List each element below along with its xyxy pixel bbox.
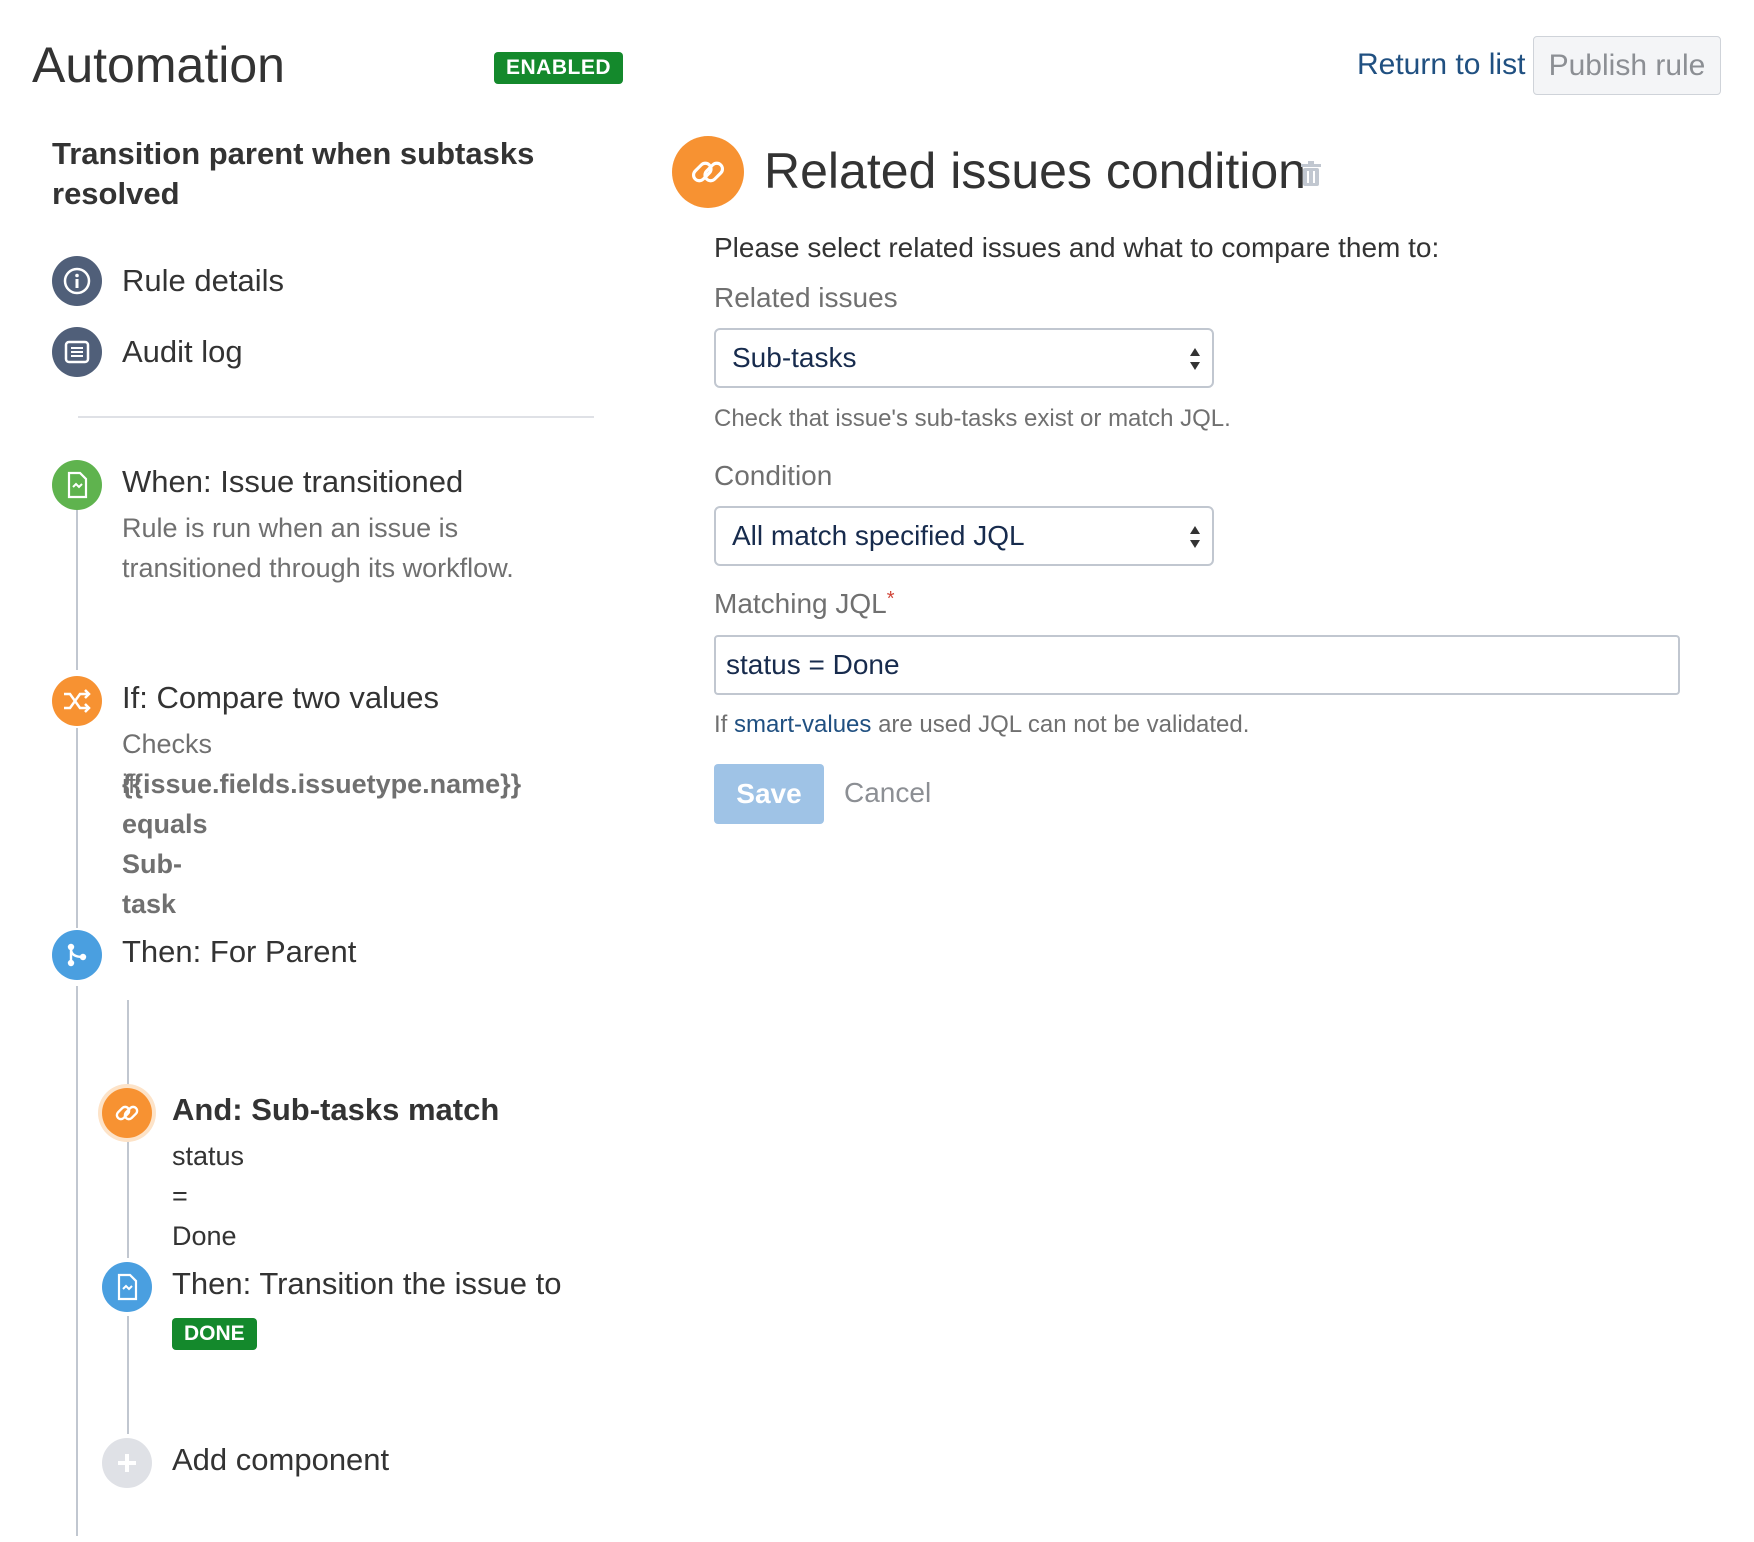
related-issues-select[interactable]: Sub-tasks — [714, 328, 1214, 388]
issue-transition-icon — [52, 460, 102, 510]
branch-connector — [127, 1140, 129, 1258]
matching-jql-label-text: Matching JQL — [714, 588, 887, 619]
panel-instructions: Please select related issues and what to… — [714, 232, 1440, 263]
condition-select[interactable]: All match specified JQL — [714, 506, 1214, 566]
save-button[interactable]: Save — [714, 764, 824, 824]
step-title: When: Issue transitioned — [122, 464, 464, 499]
branch-connector — [127, 1316, 129, 1434]
related-issues-help: Check that issue's sub-tasks exist or ma… — [714, 405, 1231, 432]
sidebar-divider — [78, 416, 594, 418]
status-badge: DONE — [172, 1318, 257, 1350]
step-title: Then: Transition the issue to — [172, 1266, 562, 1301]
flow-connector — [76, 510, 78, 670]
panel-title: Related issues condition — [764, 143, 1306, 199]
sidebar-item-audit-log[interactable]: Audit log — [52, 327, 243, 377]
link-icon — [102, 1088, 152, 1138]
return-to-list-link[interactable]: Return to list — [1357, 48, 1525, 82]
jql-help-suffix: are used JQL can not be validated. — [878, 711, 1250, 738]
step-title: Then: For Parent — [122, 934, 357, 969]
issue-transition-icon — [102, 1262, 152, 1312]
shuffle-icon — [52, 676, 102, 726]
list-icon — [52, 327, 102, 377]
page-title: Automation — [32, 37, 285, 93]
plus-icon — [102, 1438, 152, 1488]
cancel-link[interactable]: Cancel — [844, 777, 931, 809]
link-icon — [672, 136, 744, 208]
related-issues-label: Related issues — [714, 282, 898, 313]
jql-help: If smart-values are used JQL can not be … — [714, 711, 1249, 739]
select-value: Sub-tasks — [732, 342, 857, 373]
smart-values-link[interactable]: smart-values — [734, 711, 871, 738]
branch-connector — [127, 1000, 129, 1086]
step-description: status = Done — [172, 1141, 245, 1251]
smart-value-expression: {{issue.fields.issuetype.name}} — [122, 769, 522, 799]
publish-rule-button[interactable]: Publish rule — [1533, 36, 1721, 95]
info-icon — [52, 256, 102, 306]
matching-jql-input[interactable] — [714, 635, 1680, 695]
sidebar-item-label: Rule details — [122, 263, 284, 298]
step-title: If: Compare two values — [122, 680, 440, 715]
select-arrows-icon — [1188, 344, 1202, 381]
step-title: And: Sub-tasks match — [172, 1092, 500, 1127]
sidebar-item-rule-details[interactable]: Rule details — [52, 256, 284, 306]
matching-jql-label: Matching JQL* — [714, 588, 895, 620]
step-description: Rule is run when an issue is transitione… — [122, 513, 514, 583]
select-arrows-icon — [1188, 522, 1202, 559]
jql-help-prefix: If — [714, 711, 728, 738]
branch-icon — [52, 930, 102, 980]
select-value: All match specified JQL — [732, 520, 1025, 551]
flow-connector — [76, 728, 78, 928]
status-badge: ENABLED — [494, 52, 624, 84]
required-marker: * — [886, 588, 895, 610]
trash-icon[interactable] — [1300, 160, 1322, 193]
automation-page: Automation ENABLED Return to list Publis… — [0, 0, 1754, 1542]
condition-label: Condition — [714, 460, 833, 491]
rule-name: Transition parent when subtasks resolved — [52, 136, 535, 211]
sidebar-item-label: Audit log — [122, 334, 243, 369]
add-component-label: Add component — [172, 1442, 390, 1477]
flow-connector — [76, 986, 78, 1536]
comparison-expression: equals Sub-task — [122, 809, 208, 919]
